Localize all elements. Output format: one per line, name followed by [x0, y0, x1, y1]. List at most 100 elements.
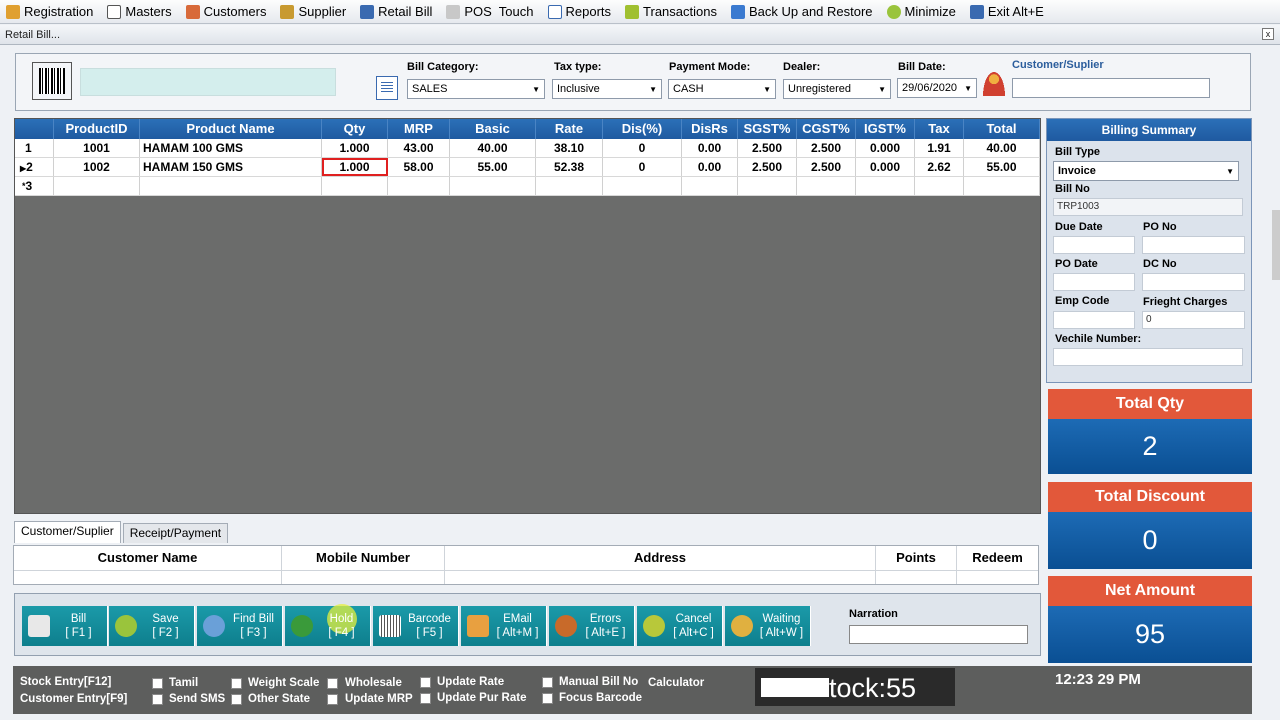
table-row[interactable] [14, 570, 1038, 584]
tamil-checkbox[interactable] [152, 678, 163, 689]
column-header[interactable]: Mobile Number [282, 546, 445, 570]
dc-no-field[interactable] [1142, 273, 1245, 291]
menu-registration[interactable]: Registration [6, 4, 93, 19]
save-button[interactable]: Save [ F2 ] [109, 606, 195, 646]
cell-product-id[interactable]: 1001 [54, 139, 140, 157]
menu-pos-touch[interactable]: POS Touch [446, 4, 534, 19]
cell-cgst[interactable]: 2.500 [797, 139, 856, 157]
table-row[interactable]: 1 1001 HAMAM 100 GMS 1.000 43.00 40.00 3… [15, 139, 1040, 158]
cell-points[interactable] [876, 571, 957, 584]
column-header[interactable]: Customer Name [14, 546, 282, 570]
customer-supplier-input[interactable] [1012, 78, 1210, 98]
cell-cgst[interactable] [797, 177, 856, 195]
cancel-button[interactable]: Cancel [ Alt+C ] [637, 606, 723, 646]
cell-product-id[interactable]: 1002 [54, 158, 140, 176]
menu-masters[interactable]: Masters [107, 4, 172, 19]
weight-scale-checkbox[interactable] [231, 678, 242, 689]
email-button[interactable]: EMail [ Alt+M ] [461, 606, 547, 646]
cell-dis-pct[interactable] [603, 177, 682, 195]
emp-code-field[interactable] [1053, 311, 1135, 329]
cell-total[interactable]: 55.00 [964, 158, 1040, 176]
po-date-field[interactable] [1053, 273, 1135, 291]
customer-icon[interactable] [983, 72, 1005, 96]
column-header[interactable]: CGST% [797, 119, 856, 139]
column-header[interactable]: IGST% [856, 119, 915, 139]
cell-tax[interactable]: 1.91 [915, 139, 964, 157]
cell-sgst[interactable]: 2.500 [738, 158, 797, 176]
cell-basic[interactable] [450, 177, 536, 195]
cell-rate[interactable]: 38.10 [536, 139, 603, 157]
bill-button[interactable]: Bill [ F1 ] [22, 606, 108, 646]
cell-igst[interactable]: 0.000 [856, 158, 915, 176]
focus-barcode-checkbox[interactable] [542, 693, 553, 704]
cell-disrs[interactable]: 0.00 [682, 139, 738, 157]
cell-qty[interactable]: 1.000 [322, 139, 388, 157]
dealer-select[interactable]: Unregistered ▼ [783, 79, 891, 99]
menu-exit[interactable]: Exit Alt+E [969, 4, 1044, 19]
cell-sgst[interactable] [738, 177, 797, 195]
errors-button[interactable]: Errors [ Alt+E ] [549, 606, 635, 646]
bill-no-field[interactable]: TRP1003 [1053, 198, 1243, 216]
customer-entry-link[interactable]: Customer Entry[F9] [20, 693, 127, 705]
cell-product-name[interactable] [140, 177, 322, 195]
tab-customer-supplier[interactable]: Customer/Suplier [14, 521, 121, 543]
column-header[interactable]: Total [964, 119, 1040, 139]
menu-minimize[interactable]: Minimize [886, 4, 956, 19]
cell-mrp[interactable]: 58.00 [388, 158, 450, 176]
menu-backup[interactable]: Back Up and Restore [730, 4, 873, 19]
column-header[interactable]: Rate [536, 119, 603, 139]
other-state-checkbox[interactable] [231, 694, 242, 705]
update-pur-rate-checkbox[interactable] [420, 693, 431, 704]
menu-retail-bill[interactable]: Retail Bill [360, 4, 432, 19]
bill-type-select[interactable]: Invoice ▼ [1053, 161, 1239, 181]
menu-supplier[interactable]: Supplier [280, 4, 346, 19]
column-header[interactable]: Address [445, 546, 876, 570]
payment-mode-select[interactable]: CASH ▼ [668, 79, 776, 99]
due-date-field[interactable] [1053, 236, 1135, 254]
wholesale-checkbox[interactable] [327, 678, 338, 689]
column-header[interactable]: Product Name [140, 119, 322, 139]
vehicle-field[interactable] [1053, 348, 1243, 366]
update-mrp-checkbox[interactable] [327, 694, 338, 705]
update-rate-checkbox[interactable] [420, 677, 431, 688]
cell-igst[interactable] [856, 177, 915, 195]
scrollbar[interactable] [1272, 210, 1280, 280]
column-header[interactable]: ProductID [54, 119, 140, 139]
calculator-link[interactable]: Calculator [648, 677, 704, 689]
stock-entry-link[interactable]: Stock Entry[F12] [20, 676, 111, 688]
cell-dis-pct[interactable]: 0 [603, 139, 682, 157]
cell-mrp[interactable]: 43.00 [388, 139, 450, 157]
column-header[interactable]: Redeem [957, 546, 1038, 570]
bill-category-select[interactable]: SALES ▼ [407, 79, 545, 99]
find-bill-button[interactable]: Find Bill [ F3 ] [197, 606, 283, 646]
narration-input[interactable] [849, 625, 1028, 644]
tab-receipt-payment[interactable]: Receipt/Payment [122, 523, 229, 543]
column-header[interactable]: Dis(%) [603, 119, 682, 139]
close-icon[interactable]: x [1262, 28, 1274, 40]
table-row-new[interactable]: *3 [15, 177, 1040, 196]
send-sms-checkbox[interactable] [152, 694, 163, 705]
menu-reports[interactable]: Reports [547, 4, 611, 19]
table-row[interactable]: ▶2 1002 HAMAM 150 GMS 1.000 58.00 55.00 … [15, 158, 1040, 177]
barcode-icon[interactable] [32, 62, 72, 100]
cell-product-name[interactable]: HAMAM 100 GMS [140, 139, 322, 157]
cell-tax[interactable]: 2.62 [915, 158, 964, 176]
menu-customers[interactable]: Customers [185, 4, 266, 19]
cell-sgst[interactable]: 2.500 [738, 139, 797, 157]
column-header[interactable]: MRP [388, 119, 450, 139]
cell-qty-active[interactable]: 1.000 [322, 158, 388, 176]
freight-field[interactable]: 0 [1142, 311, 1245, 329]
cell-igst[interactable]: 0.000 [856, 139, 915, 157]
hold-button[interactable]: Hold [ F4 ] [285, 604, 371, 646]
cell-qty[interactable] [322, 177, 388, 195]
column-header[interactable]: Basic [450, 119, 536, 139]
column-header[interactable]: Tax [915, 119, 964, 139]
cell-dis-pct[interactable]: 0 [603, 158, 682, 176]
po-no-field[interactable] [1142, 236, 1245, 254]
cell-rate[interactable] [536, 177, 603, 195]
cell-cgst[interactable]: 2.500 [797, 158, 856, 176]
column-header[interactable]: Points [876, 546, 957, 570]
column-header[interactable]: SGST% [738, 119, 797, 139]
column-header[interactable]: DisRs [682, 119, 738, 139]
cell-mrp[interactable] [388, 177, 450, 195]
